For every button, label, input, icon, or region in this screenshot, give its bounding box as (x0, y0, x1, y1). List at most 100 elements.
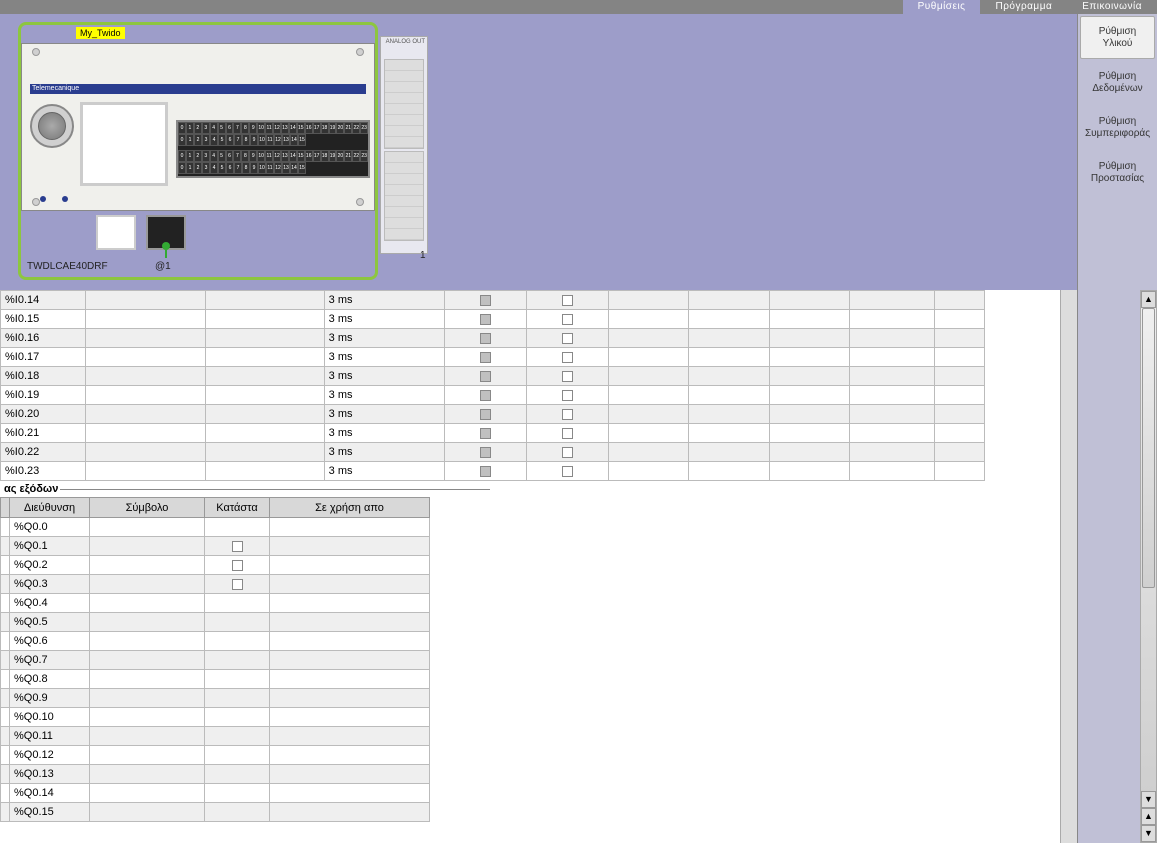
input-row[interactable]: %I0.143 ms (1, 291, 985, 310)
input-row[interactable]: %I0.203 ms (1, 405, 985, 424)
extension-module[interactable]: ANALOG OUT (380, 36, 428, 254)
output-usedby-cell[interactable] (270, 784, 430, 803)
output-symbol-cell[interactable] (90, 727, 205, 746)
input-row[interactable]: %I0.153 ms (1, 310, 985, 329)
menu-communication[interactable]: Επικοινωνία (1067, 0, 1157, 14)
input-cell[interactable] (769, 348, 849, 367)
checkbox-icon[interactable] (562, 333, 573, 344)
input-cell[interactable] (849, 310, 934, 329)
input-cell[interactable] (934, 291, 984, 310)
input-symbol-cell[interactable] (86, 291, 206, 310)
input-row[interactable]: %I0.193 ms (1, 386, 985, 405)
output-symbol-cell[interactable] (90, 594, 205, 613)
input-cell[interactable] (206, 443, 324, 462)
input-cell[interactable] (689, 405, 769, 424)
input-filter-cell[interactable]: 3 ms (324, 310, 444, 329)
output-usedby-cell[interactable] (270, 594, 430, 613)
output-state-cell[interactable] (205, 537, 270, 556)
input-cell[interactable] (934, 348, 984, 367)
input-check2-cell[interactable] (527, 386, 609, 405)
output-row[interactable]: %Q0.2 (1, 556, 430, 575)
output-symbol-cell[interactable] (90, 746, 205, 765)
input-cell[interactable] (849, 291, 934, 310)
output-row[interactable]: %Q0.13 (1, 765, 430, 784)
output-state-cell[interactable] (205, 746, 270, 765)
output-row[interactable]: %Q0.12 (1, 746, 430, 765)
input-symbol-cell[interactable] (86, 462, 206, 481)
input-cell[interactable] (689, 443, 769, 462)
input-cell[interactable] (609, 462, 689, 481)
output-symbol-cell[interactable] (90, 575, 205, 594)
output-row[interactable]: %Q0.4 (1, 594, 430, 613)
scroll-thumb[interactable] (1142, 308, 1155, 588)
inner-scrollbar[interactable] (1060, 290, 1077, 843)
output-state-cell[interactable] (205, 689, 270, 708)
menu-settings[interactable]: Ρυθμίσεις (903, 0, 981, 14)
scroll-jump-down-icon[interactable]: ▼ (1141, 825, 1156, 842)
input-cell[interactable] (206, 462, 324, 481)
output-usedby-cell[interactable] (270, 613, 430, 632)
input-cell[interactable] (849, 424, 934, 443)
output-symbol-cell[interactable] (90, 518, 205, 537)
output-state-cell[interactable] (205, 651, 270, 670)
input-row[interactable]: %I0.173 ms (1, 348, 985, 367)
output-state-cell[interactable] (205, 727, 270, 746)
input-cell[interactable] (689, 462, 769, 481)
input-cell[interactable] (206, 310, 324, 329)
input-check2-cell[interactable] (527, 462, 609, 481)
output-usedby-cell[interactable] (270, 746, 430, 765)
output-symbol-cell[interactable] (90, 765, 205, 784)
input-check1-cell[interactable] (444, 443, 526, 462)
input-cell[interactable] (206, 424, 324, 443)
input-cell[interactable] (689, 386, 769, 405)
input-symbol-cell[interactable] (86, 386, 206, 405)
checkbox-icon[interactable] (562, 447, 573, 458)
input-cell[interactable] (769, 310, 849, 329)
output-row[interactable]: %Q0.10 (1, 708, 430, 727)
output-symbol-cell[interactable] (90, 556, 205, 575)
output-symbol-cell[interactable] (90, 708, 205, 727)
input-cell[interactable] (609, 367, 689, 386)
output-row[interactable]: %Q0.9 (1, 689, 430, 708)
input-check1-cell[interactable] (444, 310, 526, 329)
input-cell[interactable] (849, 386, 934, 405)
input-check2-cell[interactable] (527, 291, 609, 310)
input-check2-cell[interactable] (527, 310, 609, 329)
tab-data-config[interactable]: Ρύθμιση Δεδομένων (1080, 61, 1155, 104)
input-cell[interactable] (609, 310, 689, 329)
checkbox-icon[interactable] (480, 295, 491, 306)
output-symbol-cell[interactable] (90, 670, 205, 689)
input-check1-cell[interactable] (444, 367, 526, 386)
output-row[interactable]: %Q0.8 (1, 670, 430, 689)
serial-port-icon[interactable] (96, 215, 136, 250)
input-filter-cell[interactable]: 3 ms (324, 291, 444, 310)
checkbox-icon[interactable] (562, 409, 573, 420)
output-symbol-cell[interactable] (90, 803, 205, 822)
input-symbol-cell[interactable] (86, 367, 206, 386)
input-row[interactable]: %I0.213 ms (1, 424, 985, 443)
input-cell[interactable] (206, 348, 324, 367)
output-usedby-cell[interactable] (270, 765, 430, 784)
input-cell[interactable] (609, 291, 689, 310)
col-header-symbol[interactable]: Σύμβολο (90, 498, 205, 518)
tab-behavior-config[interactable]: Ρύθμιση Συμπεριφοράς (1080, 106, 1155, 149)
checkbox-icon[interactable] (232, 541, 243, 552)
output-state-cell[interactable] (205, 632, 270, 651)
output-state-cell[interactable] (205, 765, 270, 784)
output-row[interactable]: %Q0.14 (1, 784, 430, 803)
input-cell[interactable] (609, 386, 689, 405)
output-symbol-cell[interactable] (90, 537, 205, 556)
col-header-usedby[interactable]: Σε χρήση απο (270, 498, 430, 518)
input-filter-cell[interactable]: 3 ms (324, 348, 444, 367)
input-cell[interactable] (689, 310, 769, 329)
input-cell[interactable] (206, 367, 324, 386)
output-state-cell[interactable] (205, 556, 270, 575)
output-state-cell[interactable] (205, 708, 270, 727)
input-cell[interactable] (769, 329, 849, 348)
checkbox-icon[interactable] (480, 333, 491, 344)
input-cell[interactable] (849, 462, 934, 481)
checkbox-icon[interactable] (232, 560, 243, 571)
checkbox-icon[interactable] (562, 371, 573, 382)
output-usedby-cell[interactable] (270, 651, 430, 670)
input-check1-cell[interactable] (444, 405, 526, 424)
